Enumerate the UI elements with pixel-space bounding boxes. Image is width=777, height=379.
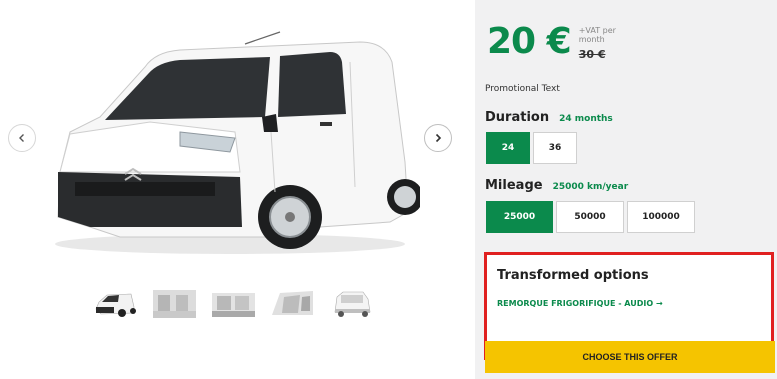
price-block: 20 € +VAT per month 30 € <box>487 20 619 64</box>
duration-selected-value: 24 months <box>559 114 613 124</box>
monthly-price: 20 € <box>487 21 572 62</box>
mileage-option-25000[interactable]: 25000 <box>486 201 553 233</box>
mileage-option-100000[interactable]: 100000 <box>627 201 695 233</box>
thumbnail-exterior-front[interactable] <box>93 287 138 320</box>
duration-heading: Duration 24 months <box>485 110 613 125</box>
van-main-image <box>55 31 420 254</box>
promotional-text: Promotional Text <box>485 84 560 94</box>
chevron-right-icon <box>435 133 442 143</box>
gallery-next-button[interactable] <box>424 124 452 152</box>
thumbnail-interior-cargo[interactable] <box>270 287 315 320</box>
duration-option-36[interactable]: 36 <box>533 132 577 164</box>
thumbnail-interior-seats[interactable] <box>152 287 197 320</box>
image-gallery <box>0 0 470 379</box>
mileage-option-50000[interactable]: 50000 <box>556 201 624 233</box>
vat-note: +VAT per month <box>578 26 616 44</box>
mileage-options: 25000 50000 100000 <box>486 201 695 233</box>
chevron-left-icon <box>19 134 24 142</box>
duration-label: Duration <box>485 110 550 125</box>
thumbnail-interior-side[interactable] <box>211 287 256 320</box>
offer-panel: 20 € +VAT per month 30 € Promotional Tex… <box>475 0 777 379</box>
mileage-heading: Mileage 25000 km/year <box>485 178 628 193</box>
thumbnail-strip <box>93 287 374 320</box>
choose-offer-button[interactable]: CHOOSE THIS OFFER <box>485 341 775 373</box>
duration-option-24[interactable]: 24 <box>486 132 530 164</box>
thumbnail-exterior-rear[interactable] <box>329 287 374 320</box>
mileage-selected-value: 25000 km/year <box>552 182 629 192</box>
old-price: 30 € <box>578 48 606 61</box>
mileage-label: Mileage <box>485 178 543 193</box>
transformed-options-title: Transformed options <box>497 268 649 283</box>
duration-options: 24 36 <box>486 132 577 164</box>
transformed-options-link[interactable]: REMORQUE FRIGORIFIQUE - AUDIO → <box>497 299 663 308</box>
